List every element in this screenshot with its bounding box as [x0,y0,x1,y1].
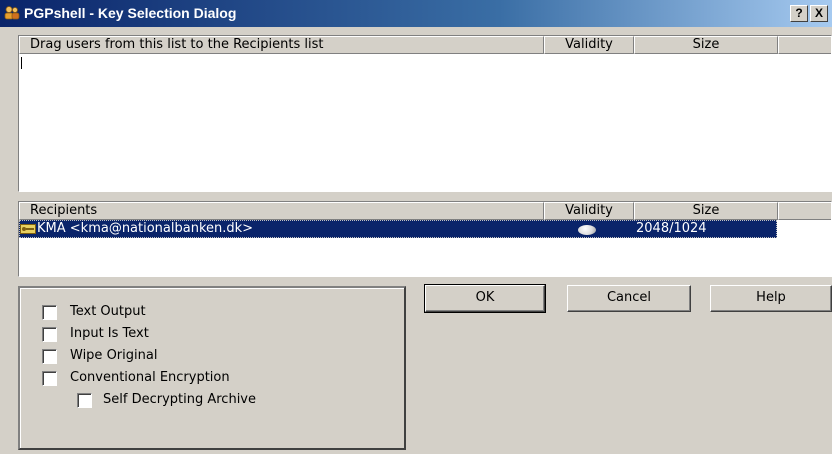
key-list-column-validity[interactable]: Validity [544,36,634,54]
recipients-column-name[interactable]: Recipients [19,202,544,220]
checkbox-label: Text Output [70,304,146,319]
checkbox-box[interactable] [42,305,57,320]
recipient-size: 2048/1024 [636,221,707,236]
key-list-column-size[interactable]: Size [634,36,778,54]
window-title: PGPshell - Key Selection Dialog [24,5,237,21]
key-list-column-filler [778,36,831,54]
checkbox-label: Input Is Text [70,326,149,341]
key-pair-icon [20,224,36,234]
ok-button[interactable]: OK [424,284,546,313]
recipients-column-validity[interactable]: Validity [544,202,634,220]
cancel-button[interactable]: Cancel [567,285,691,312]
checkbox-label: Self Decrypting Archive [103,392,256,407]
recipients-column-filler [778,202,831,220]
checkbox-box[interactable] [42,349,57,364]
validity-indicator [578,225,596,235]
checkbox-box[interactable] [77,393,92,408]
title-bar[interactable]: PGPshell - Key Selection Dialog ? X [0,0,832,27]
checkbox-box[interactable] [42,327,57,342]
close-button[interactable]: X [810,5,828,22]
context-help-button[interactable]: ? [790,5,808,22]
checkbox-box[interactable] [42,371,57,386]
key-list-header: Drag users from this list to the Recipie… [19,36,831,54]
help-button[interactable]: Help [710,285,832,312]
key-list-column-user[interactable]: Drag users from this list to the Recipie… [19,36,544,54]
key-list[interactable]: Drag users from this list to the Recipie… [18,35,832,192]
pgp-app-icon [4,6,20,20]
recipient-row[interactable]: KMA <kma@nationalbanken.dk> 2048/1024 [19,220,777,238]
options-group: Text Output Input Is Text Wipe Original … [18,286,406,450]
checkbox-label: Wipe Original [70,348,158,363]
recipient-name: KMA <kma@nationalbanken.dk> [37,221,254,236]
recipients-list[interactable]: Recipients Validity Size KMA <kma@nation… [18,201,832,277]
recipients-list-header: Recipients Validity Size [19,202,831,220]
recipients-column-size[interactable]: Size [634,202,778,220]
checkbox-label: Conventional Encryption [70,370,230,385]
text-caret [21,57,22,69]
